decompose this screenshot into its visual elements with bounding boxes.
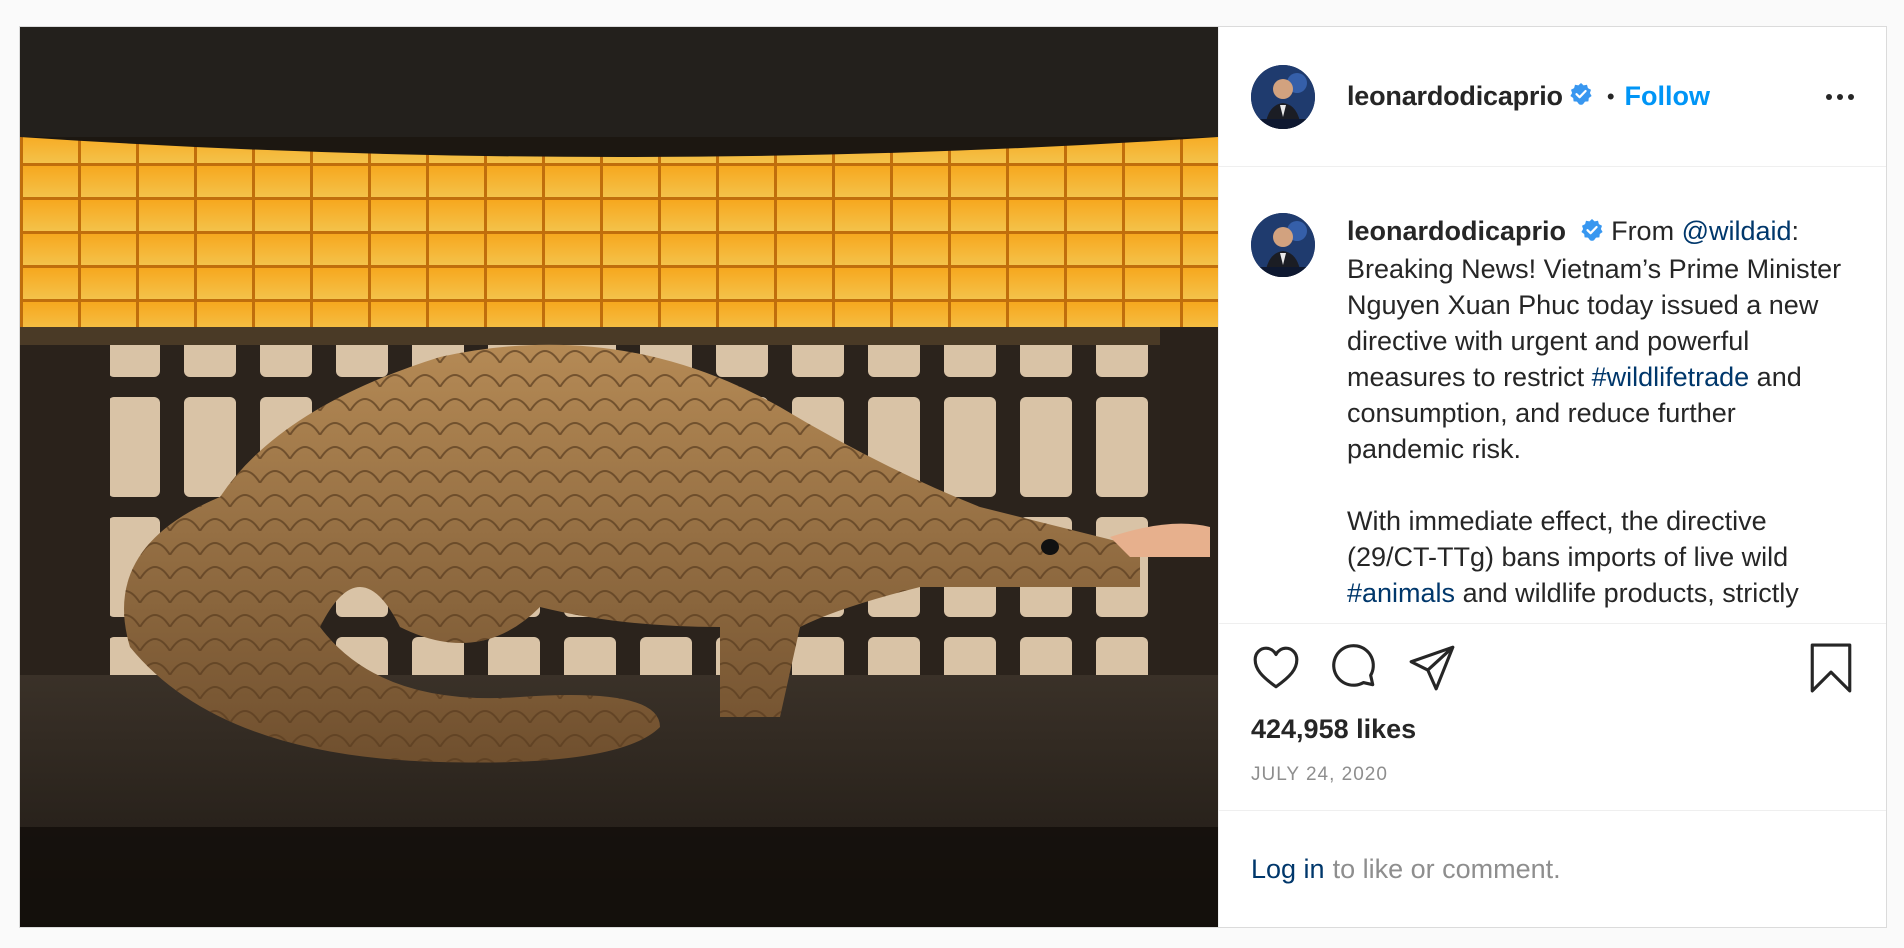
- pangolin-photo: [20, 27, 1218, 927]
- login-prompt: Log in to like or comment.: [1219, 810, 1886, 927]
- caption-area[interactable]: leonardodicaprio From @wildaid: Breaking…: [1219, 167, 1886, 624]
- share-icon[interactable]: [1407, 643, 1457, 693]
- post-date[interactable]: JULY 24, 2020: [1219, 760, 1886, 790]
- caption-username[interactable]: leonardodicaprio: [1347, 216, 1566, 246]
- separator-dot: •: [1606, 83, 1615, 109]
- post-image[interactable]: [20, 27, 1218, 927]
- post-card: leonardodicaprio • Follow leonardodicapr…: [19, 26, 1887, 928]
- caption-avatar[interactable]: [1251, 213, 1315, 277]
- caption-text-5: and wildlife products, strictly: [1455, 577, 1799, 608]
- verified-badge-icon: [1580, 215, 1604, 251]
- comment-icon[interactable]: [1329, 643, 1379, 693]
- login-prompt-text: to like or comment.: [1332, 853, 1561, 884]
- follow-button[interactable]: Follow: [1625, 81, 1710, 112]
- bookmark-icon[interactable]: [1808, 643, 1854, 693]
- post-sidebar: leonardodicaprio • Follow leonardodicapr…: [1218, 27, 1886, 927]
- hashtag-link[interactable]: #wildlifetrade: [1592, 362, 1750, 392]
- avatar-image: [1251, 213, 1315, 277]
- action-bar: [1219, 624, 1886, 712]
- verified-badge-icon: [1569, 82, 1593, 111]
- avatar[interactable]: [1251, 64, 1315, 129]
- caption-text-1: From: [1611, 216, 1682, 246]
- heart-icon[interactable]: [1251, 643, 1301, 693]
- login-link[interactable]: Log in: [1251, 854, 1325, 885]
- post-header: leonardodicaprio • Follow: [1219, 27, 1886, 167]
- avatar-image: [1251, 64, 1315, 129]
- caption-text-4: With immediate effect, the directive (29…: [1347, 505, 1789, 572]
- header-username[interactable]: leonardodicaprio: [1347, 81, 1563, 112]
- likes-count[interactable]: 424,958 likes: [1219, 712, 1886, 746]
- hashtag-link[interactable]: #animals: [1347, 578, 1455, 608]
- mention-link[interactable]: @wildaid: [1682, 216, 1792, 246]
- more-options-icon[interactable]: [1826, 88, 1854, 106]
- caption-text: leonardodicaprio From @wildaid: Breaking…: [1347, 213, 1854, 611]
